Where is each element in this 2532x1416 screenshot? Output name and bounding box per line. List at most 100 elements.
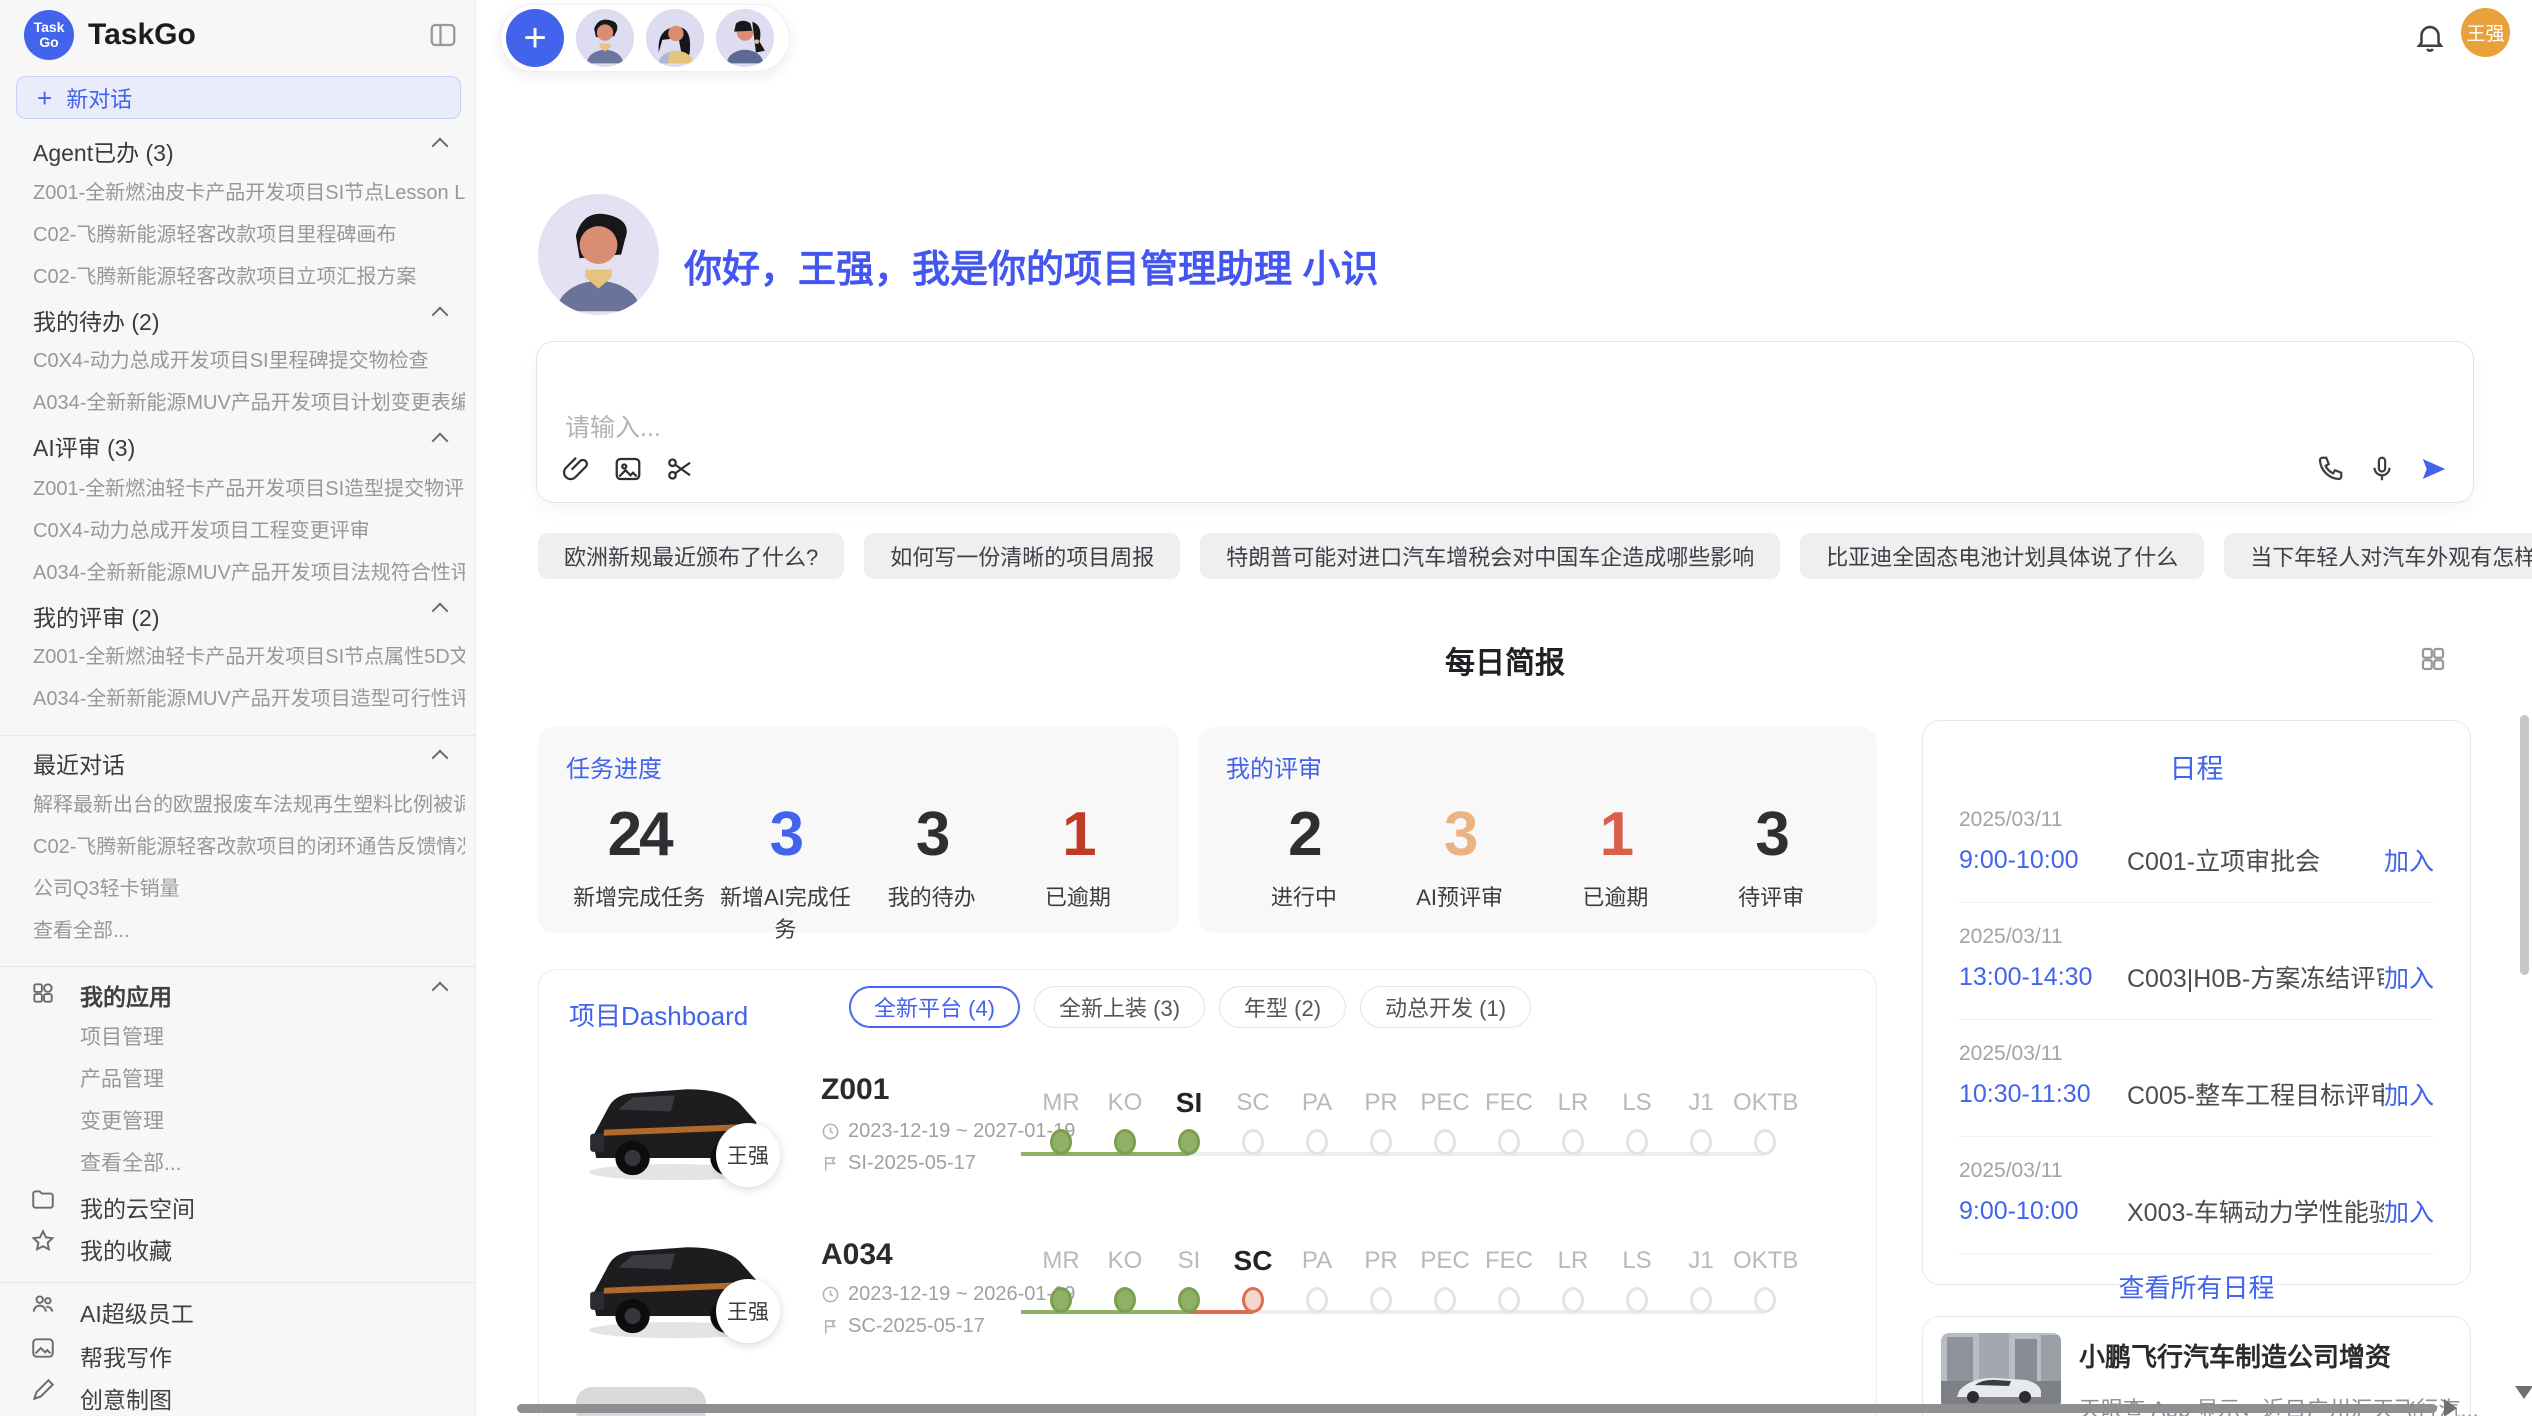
milestone[interactable]: PR (1349, 1241, 1413, 1281)
my-review-card: 我的评审 2 进行中 3 AI预评审 1 已逾期 3 待评审 (1198, 727, 1877, 933)
sidebar-item[interactable]: Z001-全新燃油轻卡产品开发项目SI节点属性5D文件评审 (33, 640, 465, 669)
agent-avatar-3[interactable] (716, 9, 774, 67)
section-header-my-todo[interactable]: 我的待办 (2) (33, 303, 160, 337)
attachment-icon[interactable] (561, 454, 591, 484)
scroll-down-arrow[interactable] (2515, 1386, 2532, 1399)
milestone[interactable]: OKTB (1733, 1083, 1797, 1123)
milestone[interactable]: PA (1285, 1241, 1349, 1281)
suggestion-chip[interactable]: 比亚迪全固态电池计划具体说了什么 (1800, 533, 2204, 579)
milestone[interactable]: FEC (1477, 1241, 1541, 1281)
sidebar-item[interactable]: A034-全新新能源MUV产品开发项目计划变更表编写 (33, 386, 465, 415)
milestone[interactable]: LR (1541, 1083, 1605, 1123)
milestone[interactable]: J1 (1669, 1083, 1733, 1123)
sidebar-item-my-apps[interactable]: 我的应用 (80, 978, 172, 1012)
sidebar-item[interactable]: C0X4-动力总成开发项目SI里程碑提交物检查 (33, 344, 465, 373)
tab-all-new-platform[interactable]: 全新平台 (4) (849, 986, 1020, 1028)
milestone[interactable]: PEC (1413, 1241, 1477, 1281)
chat-composer[interactable]: 请输入... (536, 341, 2474, 503)
milestone[interactable]: FEC (1477, 1083, 1541, 1123)
chevron-up-icon[interactable] (432, 750, 449, 767)
collapse-sidebar-icon[interactable] (428, 20, 458, 50)
recent-view-all[interactable]: 查看全部... (33, 914, 465, 943)
vertical-scrollbar[interactable] (2520, 715, 2529, 975)
schedule-card: 日程 2025/03/11 9:00-10:00 C001-立项审批会 加入 2… (1922, 720, 2471, 1285)
section-header-recent[interactable]: 最近对话 (33, 746, 125, 780)
sidebar-item[interactable]: A034-全新新能源MUV产品开发项目造型可行性评审 (33, 682, 465, 711)
sidebar-item-cloud-space[interactable]: 我的云空间 (80, 1190, 195, 1224)
milestone[interactable]: MR (1029, 1241, 1093, 1281)
agent-avatar-1[interactable] (576, 9, 634, 67)
milestone[interactable]: LS (1605, 1083, 1669, 1123)
tab-new-body[interactable]: 全新上装 (3) (1034, 986, 1205, 1028)
view-all-schedule-link[interactable]: 查看所有日程 (1959, 1268, 2434, 1305)
milestone[interactable]: MR (1029, 1083, 1093, 1123)
app-root: Task Go TaskGo + 新对话 Agent已办 (3) Z001-全新… (0, 0, 2532, 1416)
news-card[interactable]: 小鹏飞行汽车制造公司增资 天眼查 App 显示，近日广州汇天飞行汽... (1922, 1316, 2471, 1416)
milestone[interactable]: LS (1605, 1241, 1669, 1281)
horizontal-scrollbar[interactable] (517, 1404, 2437, 1413)
chevron-up-icon[interactable] (432, 982, 449, 999)
milestone[interactable]: SC (1221, 1241, 1285, 1281)
phone-icon[interactable] (2315, 454, 2345, 484)
milestone[interactable]: KO (1093, 1083, 1157, 1123)
recent-item[interactable]: C02-飞腾新能源轻客改款项目的闭环通告反馈情况 (33, 830, 465, 859)
milestone[interactable]: J1 (1669, 1241, 1733, 1281)
apps-view-all[interactable]: 查看全部... (80, 1147, 182, 1177)
section-header-ai-review[interactable]: AI评审 (3) (33, 429, 135, 463)
sidebar-item-project-mgmt[interactable]: 项目管理 (80, 1021, 164, 1051)
image-icon[interactable] (613, 454, 643, 484)
milestone[interactable]: KO (1093, 1241, 1157, 1281)
join-link[interactable]: 加入 (2384, 959, 2434, 995)
sidebar-item[interactable]: C02-飞腾新能源轻客改款项目里程碑画布 (33, 218, 465, 247)
sidebar-item-change-mgmt[interactable]: 变更管理 (80, 1105, 164, 1135)
sidebar-item[interactable]: A034-全新新能源MUV产品开发项目法规符合性评审 (33, 556, 465, 585)
recent-item[interactable]: 公司Q3轻卡销量 (33, 872, 465, 901)
sidebar-item-writing[interactable]: 帮我写作 (80, 1339, 172, 1373)
new-chat-button[interactable]: + 新对话 (16, 76, 461, 119)
people-icon (30, 1291, 56, 1317)
milestone[interactable]: SC (1221, 1083, 1285, 1123)
milestone-dot (1690, 1129, 1712, 1155)
add-agent-button[interactable]: + (506, 9, 564, 67)
milestone[interactable]: PR (1349, 1083, 1413, 1123)
tab-powertrain[interactable]: 动总开发 (1) (1360, 986, 1531, 1028)
microphone-icon[interactable] (2367, 454, 2397, 484)
section-header-my-review[interactable]: 我的评审 (2) (33, 599, 160, 633)
sidebar-item-favorites[interactable]: 我的收藏 (80, 1232, 172, 1266)
milestone[interactable]: PA (1285, 1083, 1349, 1123)
layout-grid-icon[interactable] (2418, 644, 2448, 674)
sidebar-item[interactable]: Z001-全新燃油轻卡产品开发项目SI造型提交物评审 (33, 472, 465, 501)
suggestion-chip[interactable]: 如何写一份清晰的项目周报 (864, 533, 1180, 579)
chevron-up-icon[interactable] (432, 433, 449, 450)
flag-icon (821, 1317, 840, 1336)
scroll-right-arrow[interactable] (2444, 1399, 2457, 1416)
agent-avatar-2[interactable] (646, 9, 704, 67)
suggestion-chip[interactable]: 欧洲新规最近颁布了什么? (538, 533, 844, 579)
chevron-up-icon[interactable] (432, 307, 449, 324)
notification-bell-icon[interactable] (2413, 20, 2447, 54)
milestone[interactable]: OKTB (1733, 1241, 1797, 1281)
sidebar-item[interactable]: C0X4-动力总成开发项目工程变更评审 (33, 514, 465, 543)
user-avatar[interactable]: 王强 (2461, 8, 2510, 57)
tab-year-model[interactable]: 年型 (2) (1219, 986, 1346, 1028)
sidebar-item[interactable]: Z001-全新燃油皮卡产品开发项目SI节点Lesson Learn报告 (33, 176, 465, 205)
join-link[interactable]: 加入 (2384, 1193, 2434, 1229)
chevron-up-icon[interactable] (432, 603, 449, 620)
scissors-icon[interactable] (665, 454, 695, 484)
section-header-agent-done[interactable]: Agent已办 (3) (33, 134, 174, 168)
suggestion-chip[interactable]: 特朗普可能对进口汽车增税会对中国车企造成哪些影响 (1200, 533, 1780, 579)
sidebar-item-drawing[interactable]: 创意制图 (80, 1381, 172, 1415)
milestone[interactable]: SI (1157, 1241, 1221, 1281)
send-icon[interactable] (2419, 454, 2449, 484)
sidebar-item-product-mgmt[interactable]: 产品管理 (80, 1063, 164, 1093)
milestone[interactable]: SI (1157, 1083, 1221, 1123)
milestone[interactable]: LR (1541, 1241, 1605, 1281)
suggestion-chip[interactable]: 当下年轻人对汽车外观有怎样的喜好趋势 (2224, 533, 2532, 579)
sidebar-item-ai-staff[interactable]: AI超级员工 (80, 1295, 194, 1329)
milestone[interactable]: PEC (1413, 1083, 1477, 1123)
recent-item[interactable]: 解释最新出台的欧盟报废车法规再生塑料比例被调至15%... (33, 788, 465, 817)
join-link[interactable]: 加入 (2384, 842, 2434, 878)
join-link[interactable]: 加入 (2384, 1076, 2434, 1112)
chevron-up-icon[interactable] (432, 138, 449, 155)
sidebar-item[interactable]: C02-飞腾新能源轻客改款项目立项汇报方案 (33, 260, 465, 289)
